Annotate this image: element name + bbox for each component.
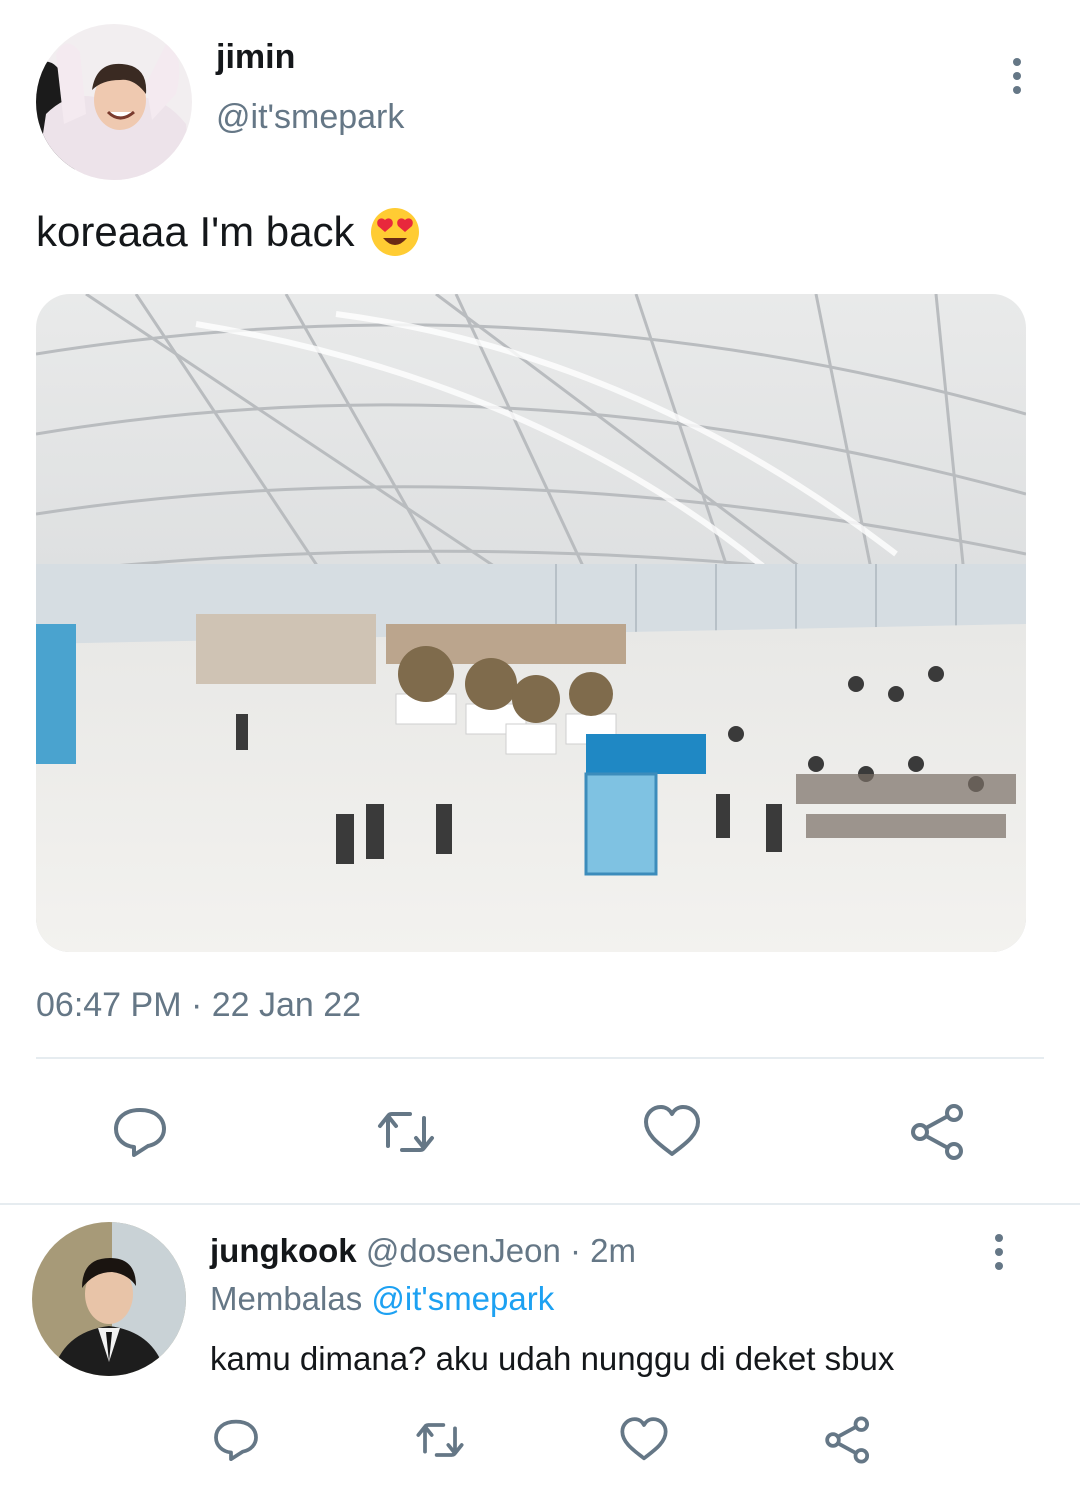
share-button[interactable] <box>820 1412 876 1468</box>
share-icon <box>825 1416 870 1464</box>
replying-to-label: Membalas <box>210 1280 372 1317</box>
tweet-text: koreaaa I'm back <box>36 206 421 258</box>
reply-text: kamu dimana? aku udah nunggu di deket sb… <box>210 1340 895 1377</box>
reply-button[interactable] <box>208 1412 264 1468</box>
avatar-image <box>36 24 192 180</box>
airport-terminal-photo <box>36 294 1026 952</box>
replying-to-mention[interactable]: @it'smepark <box>371 1280 554 1317</box>
avatar[interactable] <box>36 24 192 180</box>
retweet-button[interactable] <box>412 1412 468 1468</box>
tweet-text-content: koreaaa I'm back <box>36 208 355 255</box>
like-icon <box>644 1105 700 1156</box>
retweet-icon <box>416 1423 464 1457</box>
reply-author-handle-time[interactable]: @dosenJeon · 2m <box>357 1232 636 1269</box>
more-icon[interactable] <box>984 1232 1014 1272</box>
retweet-button[interactable] <box>374 1100 438 1164</box>
avatar-image <box>32 1222 186 1376</box>
author-handle[interactable]: @it'smepark <box>216 98 404 137</box>
avatar[interactable] <box>32 1222 186 1376</box>
reply-icon <box>214 1419 258 1462</box>
share-button[interactable] <box>906 1100 970 1164</box>
like-icon <box>620 1417 668 1461</box>
more-icon[interactable] <box>1002 56 1032 96</box>
replying-to: Membalas @it'smepark <box>210 1280 554 1318</box>
tweet-media-image[interactable] <box>36 294 1026 952</box>
retweet-icon <box>378 1112 434 1152</box>
share-icon <box>911 1104 963 1160</box>
reply-author-name[interactable]: jungkook <box>210 1232 357 1269</box>
tweet-timestamp: 06:47 PM · 22 Jan 22 <box>36 986 362 1024</box>
reply-button[interactable] <box>108 1100 172 1164</box>
like-button[interactable] <box>640 1100 704 1164</box>
divider <box>0 1203 1080 1205</box>
reply-header: jungkook @dosenJeon · 2m <box>210 1232 636 1270</box>
heart-eyes-emoji-icon <box>370 208 419 256</box>
reply-icon <box>114 1108 166 1157</box>
like-button[interactable] <box>616 1412 672 1468</box>
divider <box>36 1057 1044 1059</box>
author-name[interactable]: jimin <box>216 38 295 77</box>
